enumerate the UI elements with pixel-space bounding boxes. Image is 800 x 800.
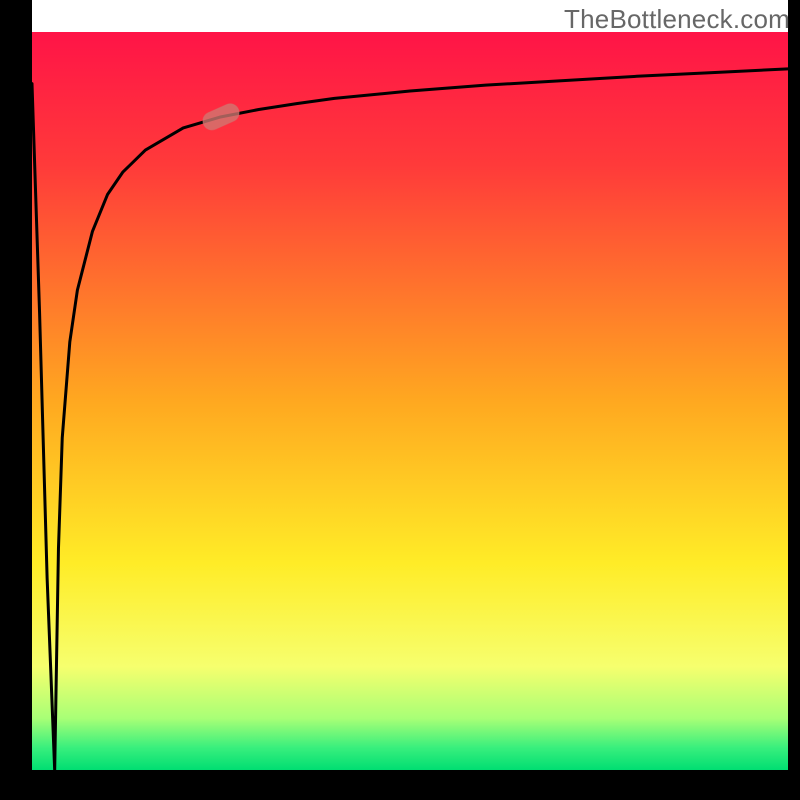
chart-container: TheBottleneck.com xyxy=(0,0,800,800)
watermark-text: TheBottleneck.com xyxy=(564,4,790,35)
axis-bottom xyxy=(0,770,800,800)
gradient-background xyxy=(32,32,788,770)
axis-left xyxy=(0,0,32,800)
axis-right xyxy=(788,0,800,800)
bottleneck-chart xyxy=(0,0,800,800)
